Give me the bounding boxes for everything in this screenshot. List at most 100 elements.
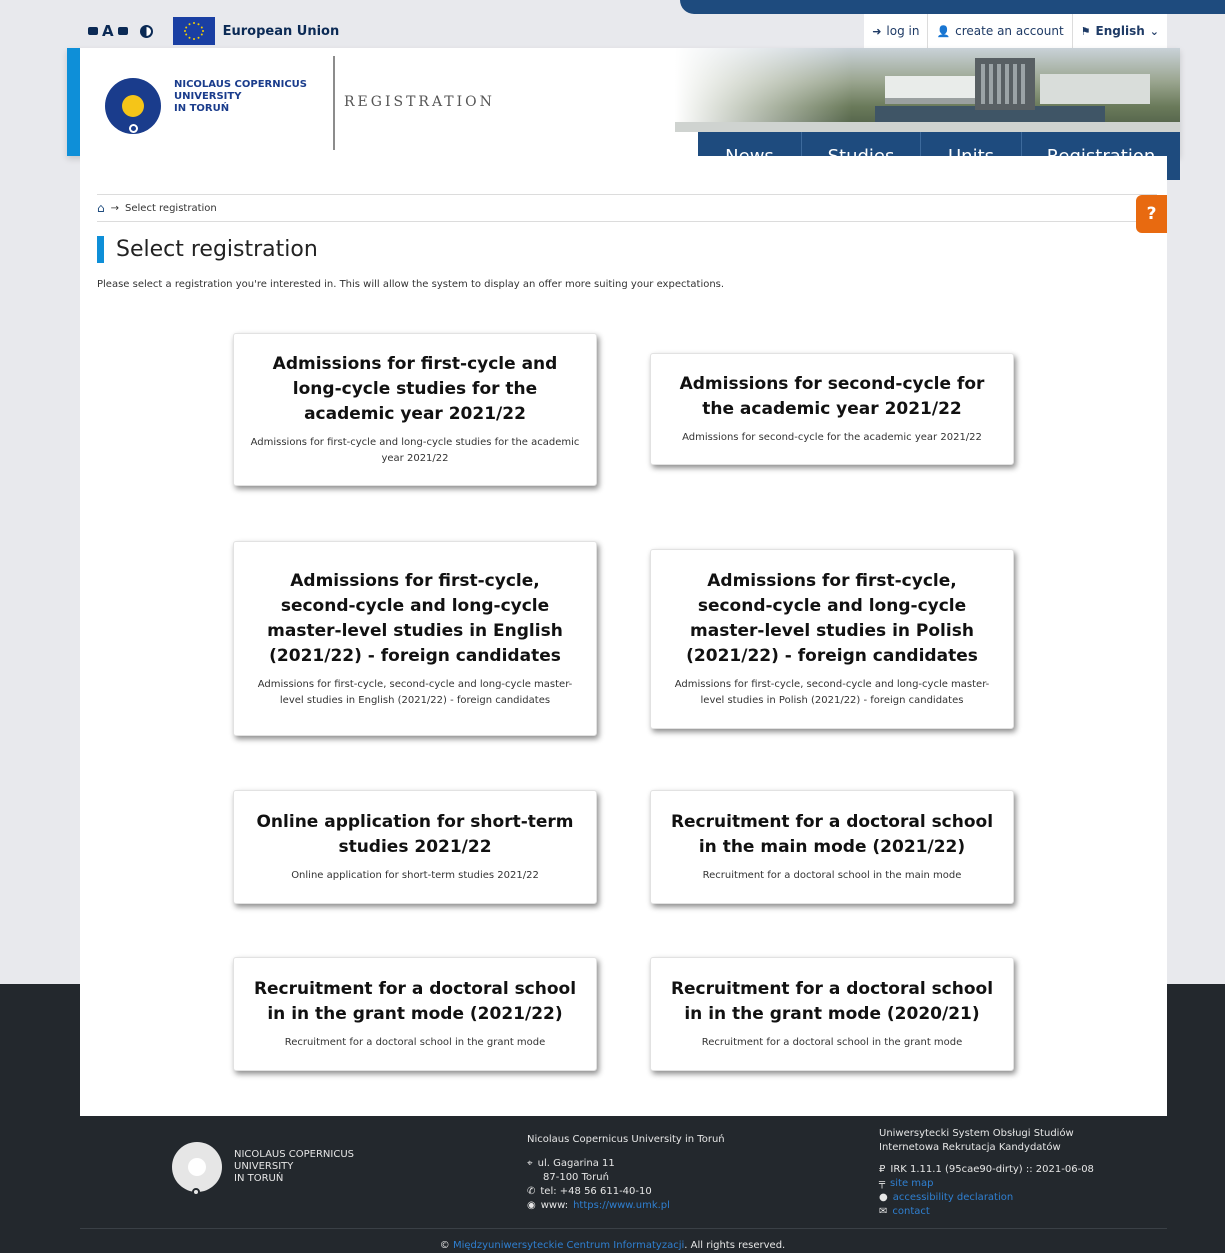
copyright-icon: © [439,1240,450,1251]
card-title: Recruitment for a doctoral school in in … [670,979,994,1024]
breadcrumb-current: Select registration [125,202,217,214]
sign-in-icon: ➜ [872,24,882,38]
eu-label: European Union [222,23,340,39]
language-icon: ⚑ [1080,24,1091,38]
card-description: Admissions for second-cycle for the acad… [682,432,982,443]
account-links: ➜ log in 👤 create an account ⚑ English ⌄ [864,14,1167,48]
footer-www-link[interactable]: https://www.umk.pl [573,1199,670,1213]
registration-card[interactable]: Recruitment for a doctoral school in in … [650,957,1014,1071]
font-size-icon[interactable]: A [102,22,114,40]
card-title: Admissions for first-cycle and long-cycl… [272,354,558,424]
login-label: log in [886,24,920,38]
card-title: Online application for short-term studie… [256,812,574,857]
footer-uni-line2: UNIVERSITY [234,1161,294,1172]
font-decrease-icon[interactable] [88,27,98,35]
globe-icon: ◉ [527,1200,536,1211]
title-accent-bar [97,235,104,263]
footer-system-line1: Uniwersytecki System Obsługi Studiów [879,1128,1074,1139]
footer-uni-line1: NICOLAUS COPERNICUS [234,1149,354,1160]
card-description: Recruitment for a doctoral school in the… [284,1037,546,1048]
sitemap-icon: ╤ [879,1178,886,1189]
font-increase-icon[interactable] [117,27,128,35]
footer-version-row: ₽ IRK 1.11.1 (95cae90-dirty) :: 2021-06-… [879,1163,1094,1177]
card-title: Recruitment for a doctoral school in the… [670,812,994,857]
footer-www-label: www: [540,1200,569,1211]
registration-card[interactable]: Admissions for first-cycle, second-cycle… [650,549,1014,729]
home-icon[interactable]: ⌂ [97,201,105,215]
copyright-suffix: . All rights reserved. [684,1240,786,1251]
card-description: Admissions for first-cycle, second-cycle… [257,678,573,706]
phone-icon: ✆ [527,1186,536,1197]
card-description: Recruitment for a doctoral school in the… [701,1037,963,1048]
map-marker-icon: ⌖ [527,1158,533,1169]
university-name-line1: NICOLAUS COPERNICUS [174,79,307,90]
header-divider [333,56,335,150]
copyright: © Międzyuniwersyteckie Centrum Informaty… [0,1240,1225,1251]
footer-uni-line3: IN TORUŃ [234,1173,284,1184]
page-title-text: Select registration [116,236,318,262]
footer-www-row: ◉ www: https://www.umk.pl [527,1199,725,1213]
card-title: Admissions for second-cycle for the acad… [679,374,985,419]
footer-version: IRK 1.11.1 (95cae90-dirty) :: 2021-06-08 [890,1164,1094,1175]
accessibility-controls: A [88,22,153,40]
footer-system-line2: Internetowa Rekrutacja Kandydatów [879,1142,1061,1153]
intro-text: Please select a registration you're inte… [97,279,725,290]
eu-flag-icon [172,17,215,45]
card-title: Recruitment for a doctoral school in in … [253,979,577,1024]
footer-contact-row: ✉ contact [879,1205,1094,1219]
corner-decoration [680,0,1225,14]
registration-card[interactable]: Online application for short-term studie… [233,790,597,904]
card-title: Admissions for first-cycle, second-cycle… [267,570,563,666]
footer-street: ul. Gagarina 11 [537,1158,615,1169]
copyright-link[interactable]: Międzyuniwersyteckie Centrum Informatyza… [453,1240,684,1251]
footer-address-title: Nicolaus Copernicus University in Toruń [527,1134,725,1145]
registration-card[interactable]: Admissions for first-cycle and long-cycl… [233,333,597,486]
footer-street-row: ⌖ ul. Gagarina 11 [527,1157,725,1171]
footer-accessibility-link[interactable]: accessibility declaration [893,1191,1013,1205]
footer-university-name: NICOLAUS COPERNICUS UNIVERSITY IN TORUŃ [234,1149,354,1185]
info-icon: ● [879,1192,888,1203]
page-title: Select registration [97,234,318,264]
footer-sitemap-row: ╤ site map [879,1177,1094,1191]
create-account-link[interactable]: 👤 create an account [927,14,1071,48]
section-label: REGISTRATION [344,94,495,110]
card-description: Online application for short-term studie… [291,870,539,881]
card-description: Admissions for first-cycle, second-cycle… [674,679,990,706]
footer-phone: tel: +48 56 611-40-10 [540,1186,652,1197]
envelope-icon: ✉ [879,1206,888,1217]
card-description: Recruitment for a doctoral school in the… [702,870,962,881]
footer-accessibility-row: ● accessibility declaration [879,1191,1094,1205]
footer-city: 87-100 Toruń [543,1172,609,1183]
card-title: Admissions for first-cycle, second-cycle… [686,571,978,666]
footer-contact-link[interactable]: contact [892,1205,929,1219]
help-button[interactable]: ? [1136,195,1167,233]
registration-card[interactable]: Recruitment for a doctoral school in in … [233,957,597,1071]
top-utility-bar: A European Union ➜ log in 👤 create an ac… [80,14,1167,48]
card-description: Admissions for first-cycle and long-cycl… [250,437,580,464]
chevron-down-icon: ⌄ [1149,24,1159,38]
registration-card[interactable]: Recruitment for a doctoral school in the… [650,790,1014,904]
contrast-icon[interactable] [139,24,153,38]
breadcrumb: ⌂ → Select registration [97,194,1157,222]
user-plus-icon: 👤 [936,24,951,38]
footer-address: Nicolaus Copernicus University in Toruń … [527,1133,725,1213]
registration-card[interactable]: Admissions for first-cycle, second-cycle… [233,541,597,736]
footer-sitemap-link[interactable]: site map [890,1177,933,1191]
footer-system-info: Uniwersytecki System Obsługi Studiów Int… [879,1127,1094,1219]
university-name[interactable]: NICOLAUS COPERNICUS UNIVERSITY IN TORUŃ [174,79,307,115]
language-label: English [1095,24,1145,38]
logo-dot [129,124,138,133]
footer-phone-row: ✆ tel: +48 56 611-40-10 [527,1185,725,1199]
code-icon: ₽ [879,1164,886,1175]
university-name-line3: IN TORUŃ [174,103,230,114]
create-account-label: create an account [955,24,1064,38]
footer-logo-dot [192,1188,200,1196]
campus-photo [675,48,1180,132]
language-dropdown[interactable]: ⚑ English ⌄ [1071,14,1167,48]
login-link[interactable]: ➜ log in [864,14,927,48]
registration-card[interactable]: Admissions for second-cycle for the acad… [650,353,1014,465]
footer-separator [80,1228,1167,1229]
footer-logo-icon [172,1142,222,1192]
university-name-line2: UNIVERSITY [174,91,242,102]
header-accent-bar [67,48,80,156]
